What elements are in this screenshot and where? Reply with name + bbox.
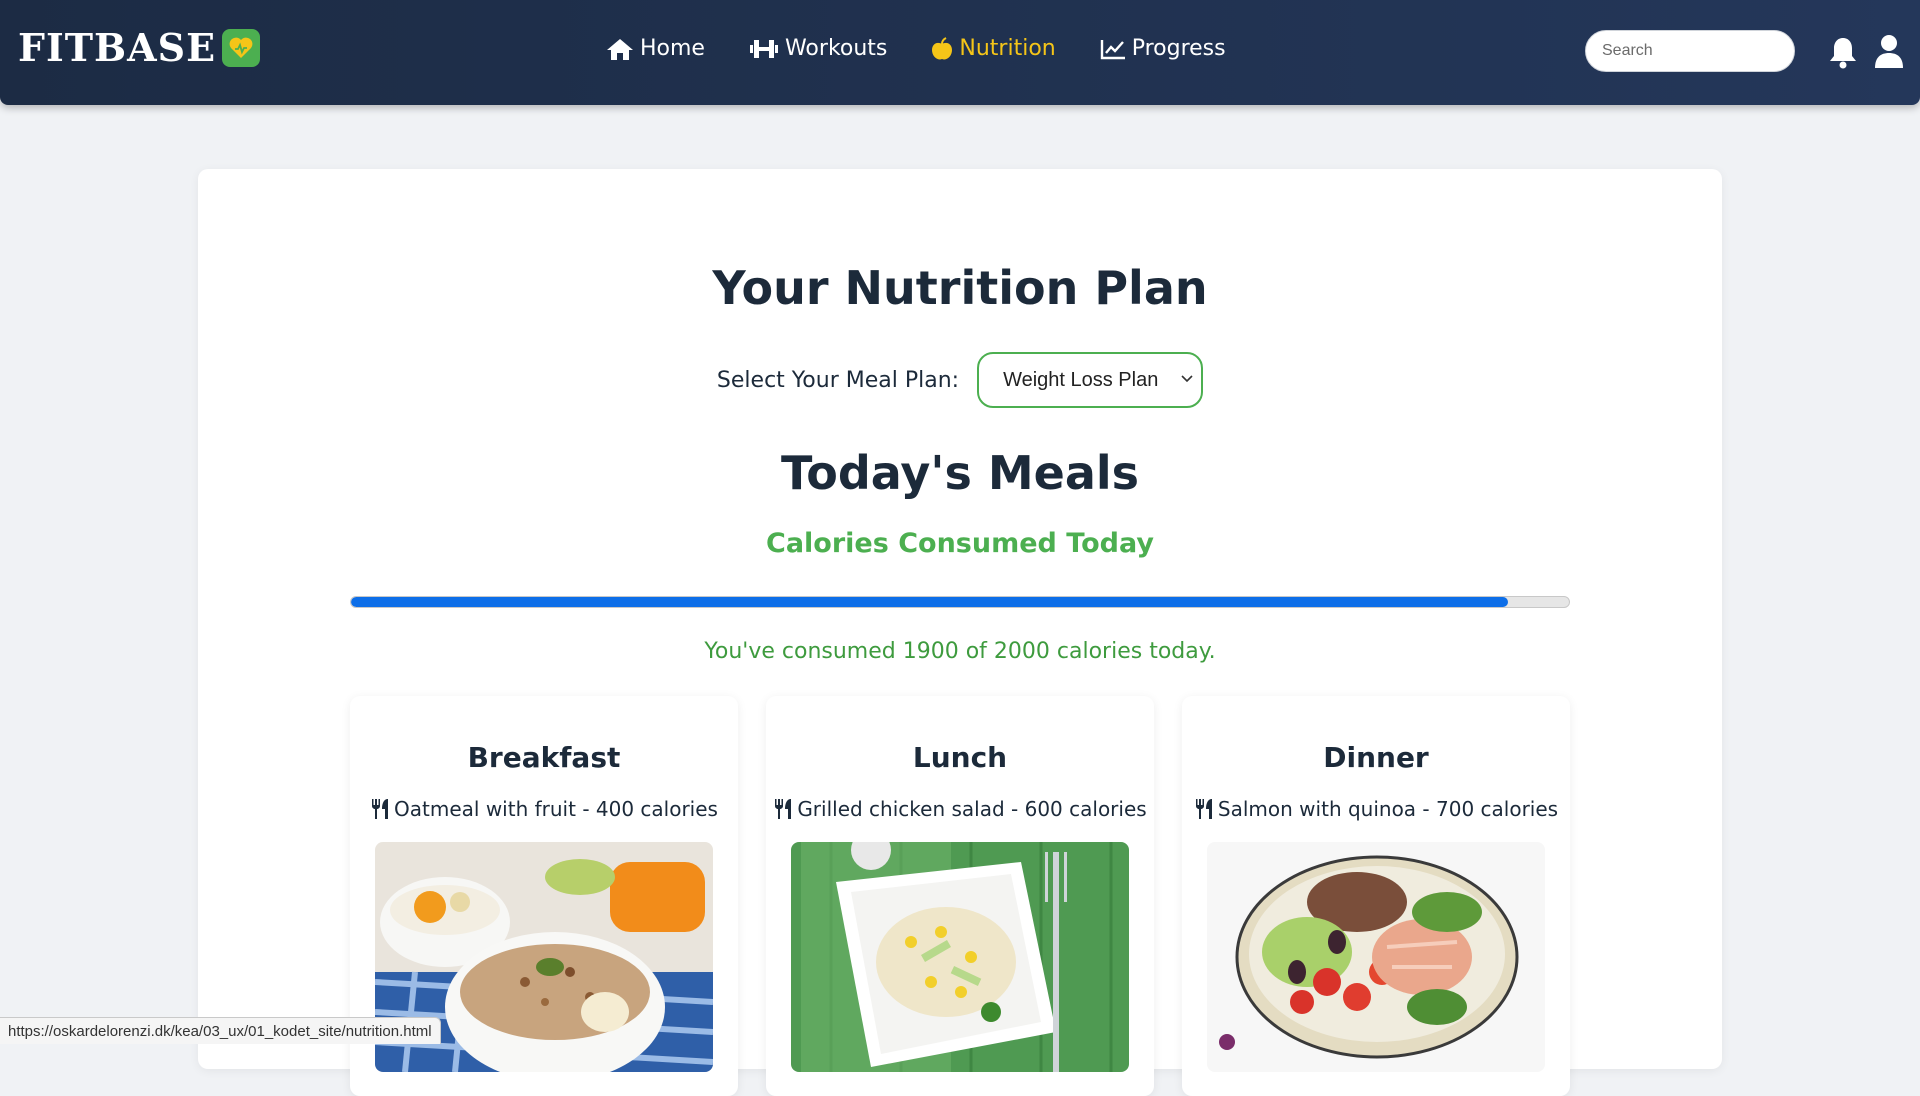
meal-image-lunch: [791, 842, 1129, 1072]
page-title: Your Nutrition Plan: [712, 261, 1208, 315]
dumbbell-icon: [749, 39, 778, 58]
heart-icon: [222, 29, 261, 67]
meal-description: Salmon with quinoa - 700 calories: [1182, 798, 1570, 820]
main-nav: Home Workouts Nutrition Progress: [606, 36, 1270, 61]
meal-description: Grilled chicken salad - 600 calories: [766, 798, 1154, 820]
meal-image-dinner: [1207, 842, 1545, 1072]
meal-plan-select[interactable]: Weight Loss Plan: [977, 352, 1204, 408]
meal-description-text: Salmon with quinoa - 700 calories: [1217, 797, 1559, 821]
meal-name: Lunch: [912, 741, 1008, 774]
nav-home-label: Home: [640, 36, 705, 61]
status-bar-url: https://oskardelorenzi.dk/kea/03_ux/01_k…: [0, 1017, 441, 1044]
chevron-down-icon: [1181, 375, 1193, 383]
chart-line-icon: [1100, 39, 1125, 59]
top-navbar: FITBASE Home Workouts Nutrition Progress…: [0, 0, 1920, 105]
utensils-icon: [372, 799, 389, 819]
nav-progress-label: Progress: [1131, 36, 1226, 61]
meal-description-text: Oatmeal with fruit - 400 calories: [394, 797, 718, 821]
user-icon[interactable]: [1874, 33, 1904, 69]
nav-workouts-label: Workouts: [784, 36, 888, 61]
meal-card-dinner: Dinner Salmon with quinoa - 700 calories: [1182, 696, 1570, 1096]
bell-icon[interactable]: [1828, 35, 1858, 69]
meal-description: Oatmeal with fruit - 400 calories: [350, 798, 738, 820]
meal-name: Breakfast: [467, 741, 621, 774]
meals-title: Today's Meals: [780, 446, 1140, 500]
meal-plan-row: Select Your Meal Plan: Weight Loss Plan: [0, 352, 1920, 408]
calories-progress-bar: [350, 596, 1570, 608]
calories-title: Calories Consumed Today: [766, 528, 1154, 559]
nav-workouts[interactable]: Workouts: [749, 36, 887, 61]
meal-name: Dinner: [1323, 741, 1429, 774]
nav-home[interactable]: Home: [606, 36, 705, 61]
logo-text: FITBASE: [18, 25, 217, 70]
search-input[interactable]: [1585, 30, 1795, 72]
nav-nutrition-label: Nutrition: [959, 36, 1056, 61]
logo[interactable]: FITBASE: [18, 25, 261, 70]
nav-nutrition[interactable]: Nutrition: [931, 36, 1056, 61]
calories-consumed-text: You've consumed 1900 of 2000 calories to…: [704, 639, 1216, 664]
utensils-icon: [1195, 799, 1212, 819]
meal-plan-selected: Weight Loss Plan: [1003, 368, 1159, 391]
calories-progress-fill: [351, 597, 1509, 607]
meal-card-lunch: Lunch Grilled chicken salad - 600 calori…: [766, 696, 1154, 1096]
apple-icon: [932, 36, 953, 59]
utensils-icon: [775, 799, 792, 819]
nav-progress[interactable]: Progress: [1100, 36, 1226, 61]
meal-plan-label: Select Your Meal Plan:: [716, 367, 960, 393]
home-icon: [607, 38, 633, 60]
meal-description-text: Grilled chicken salad - 600 calories: [797, 797, 1147, 821]
